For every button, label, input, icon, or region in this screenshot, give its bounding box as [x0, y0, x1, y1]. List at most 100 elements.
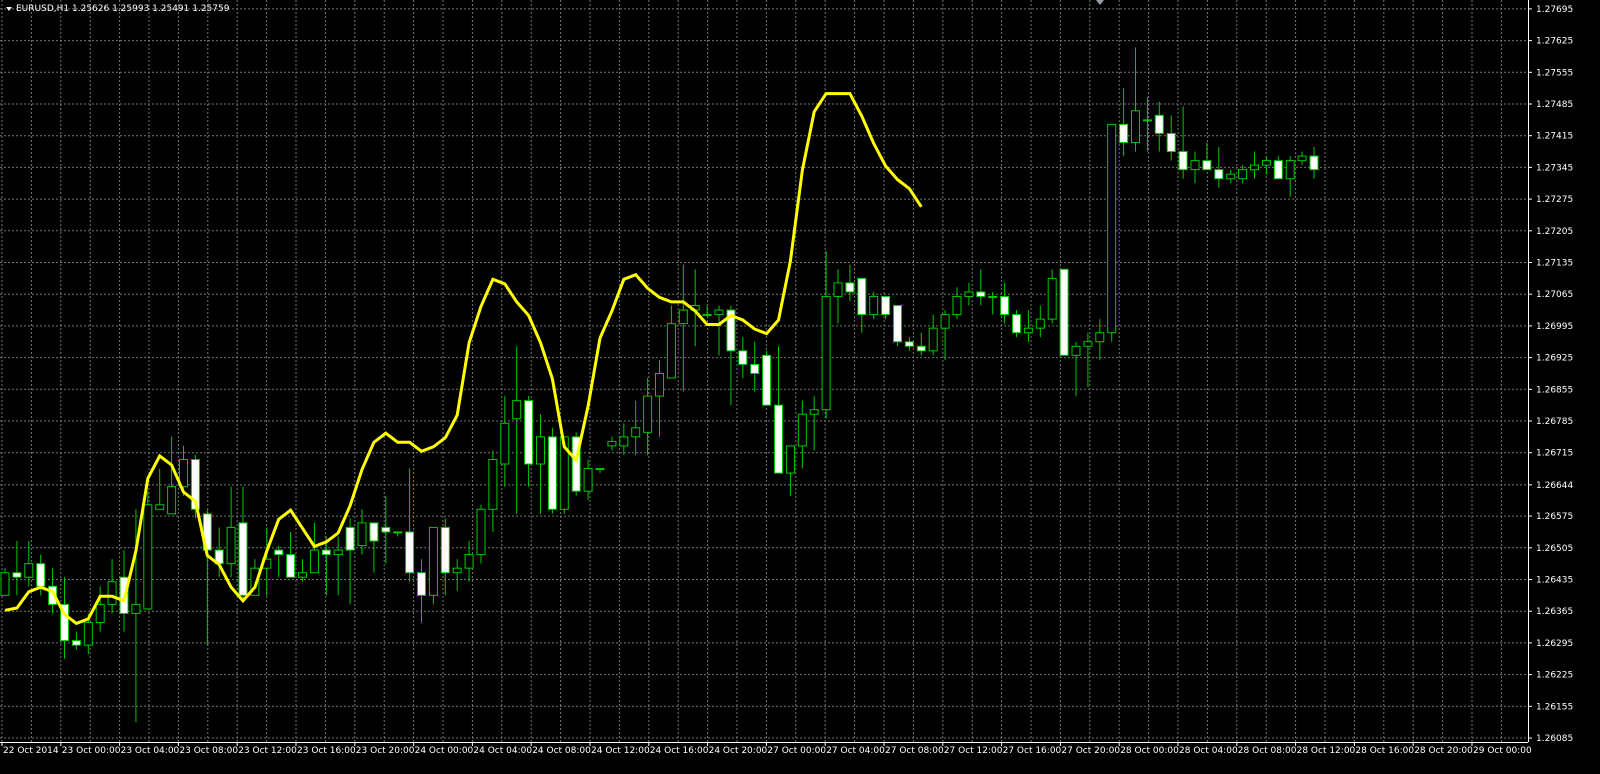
- price-tick-label: 1.26855: [1536, 385, 1573, 395]
- price-chart[interactable]: 1.27695 1.27625 1.27555 1.27485 1.27415 1.273…: [0, 0, 1600, 774]
- candle-body: [464, 554, 474, 569]
- candle-body: [869, 295, 879, 316]
- candle-body: [1226, 173, 1236, 180]
- time-tick-label: 27 Oct 12:00: [944, 746, 1003, 756]
- price-tick-label: 1.26505: [1536, 544, 1573, 554]
- candle-body: [1035, 318, 1045, 329]
- time-tick-label: 28 Oct 12:00: [1297, 746, 1356, 756]
- candle-body: [500, 422, 510, 465]
- price-tick-label: 1.27485: [1536, 100, 1573, 110]
- candle-body: [321, 549, 331, 556]
- candle-body: [1202, 160, 1212, 171]
- candle-body: [1250, 164, 1259, 171]
- candle-body: [1273, 160, 1283, 180]
- candle-body: [809, 409, 819, 415]
- candle-body: [1119, 123, 1129, 143]
- candle-body: [83, 622, 93, 646]
- time-tick-label: 28 Oct 20:00: [1414, 746, 1473, 756]
- candle-body: [619, 436, 629, 447]
- candle-body: [357, 522, 367, 547]
- time-tick-label: 27 Oct 08:00: [885, 746, 944, 756]
- candle-body: [393, 531, 403, 534]
- candle-body: [738, 350, 748, 365]
- candle-body: [1178, 151, 1188, 171]
- candle-body: [298, 572, 307, 578]
- candle-body: [1142, 119, 1152, 122]
- price-tick-label: 1.26365: [1536, 607, 1573, 617]
- candle-body: [428, 526, 438, 596]
- time-tick-label: 24 Oct 00:00: [415, 746, 474, 756]
- candle-body: [714, 309, 724, 316]
- price-tick-label: 1.26715: [1536, 449, 1573, 459]
- candle-body: [785, 445, 795, 474]
- candle-body: [643, 395, 653, 433]
- price-tick-label: 1.27625: [1536, 37, 1573, 47]
- price-tick-label: 1.26085: [1536, 734, 1573, 744]
- candle-body: [143, 504, 153, 610]
- candle-body: [345, 526, 355, 551]
- time-tick-label: 29 Oct 00:00: [1473, 746, 1532, 756]
- candle-body: [524, 400, 534, 465]
- candle-body: [167, 486, 177, 515]
- time-tick-label: 24 Oct 12:00: [591, 746, 650, 756]
- candle-body: [583, 468, 593, 492]
- candle-body: [309, 549, 319, 574]
- time-tick-label: 24 Oct 20:00: [709, 746, 768, 756]
- candle-body: [666, 323, 676, 379]
- candle-body: [940, 314, 950, 329]
- candle-body: [595, 468, 605, 471]
- candle-body: [928, 327, 938, 352]
- candle-body: [536, 436, 545, 465]
- price-tick-label: 1.27135: [1536, 259, 1573, 269]
- candle-body: [702, 314, 712, 317]
- candle-body: [1047, 277, 1057, 320]
- candle-body: [1000, 295, 1010, 316]
- price-tick-label: 1.27555: [1536, 68, 1573, 78]
- candle-body: [1071, 345, 1081, 356]
- time-tick-label: 23 Oct 16:00: [297, 746, 356, 756]
- candle-body: [655, 372, 664, 397]
- price-tick-label: 1.26925: [1536, 354, 1573, 364]
- candle-body: [631, 427, 641, 438]
- price-tick-label: 1.26295: [1536, 639, 1573, 649]
- candle-body: [988, 295, 998, 298]
- chart-background: [0, 0, 1600, 774]
- price-tick-label: 1.27345: [1536, 163, 1573, 173]
- price-tick-label: 1.27275: [1536, 195, 1573, 205]
- price-tick-label: 1.26644: [1536, 481, 1573, 491]
- candle-body: [857, 277, 867, 316]
- candle-body: [1190, 160, 1200, 171]
- candle-body: [976, 291, 986, 297]
- candle-body: [881, 295, 891, 316]
- symbol-label: EURUSD,H1: [16, 4, 69, 14]
- price-tick-label: 1.26435: [1536, 576, 1573, 586]
- candle-body: [1285, 160, 1295, 180]
- candle-body: [1154, 114, 1164, 134]
- candle-body: [274, 549, 284, 556]
- time-tick-label: 28 Oct 08:00: [1238, 746, 1297, 756]
- candle-body: [1309, 155, 1319, 171]
- candle-body: [24, 563, 34, 578]
- candle-body: [12, 572, 22, 578]
- time-tick-label: 27 Oct 00:00: [767, 746, 826, 756]
- candle-body: [238, 522, 248, 596]
- candle-body: [417, 572, 426, 596]
- time-tick-label: 23 Oct 04:00: [121, 746, 180, 756]
- candle-body: [1238, 169, 1248, 180]
- candle-body: [131, 603, 141, 614]
- price-tick-label: 1.27695: [1536, 5, 1573, 15]
- candle-body: [904, 341, 914, 347]
- candle-body: [964, 291, 974, 297]
- time-tick-label: 23 Oct 12:00: [238, 746, 297, 756]
- price-tick-label: 1.26785: [1536, 417, 1573, 427]
- ohlc-values: 1.25626 1.25993 1.25491 1.25759: [72, 4, 230, 14]
- chart-header: EURUSD,H1 1.25626 1.25993 1.25491 1.2575…: [6, 4, 230, 14]
- candle-body: [36, 563, 46, 587]
- candle-body: [916, 345, 926, 352]
- time-tick-label: 23 Oct 00:00: [62, 746, 121, 756]
- time-tick-label: 24 Oct 04:00: [473, 746, 532, 756]
- candle-body: [369, 522, 379, 542]
- candle-body: [1059, 268, 1069, 356]
- candle-body: [71, 640, 81, 646]
- candle-body: [1166, 132, 1176, 153]
